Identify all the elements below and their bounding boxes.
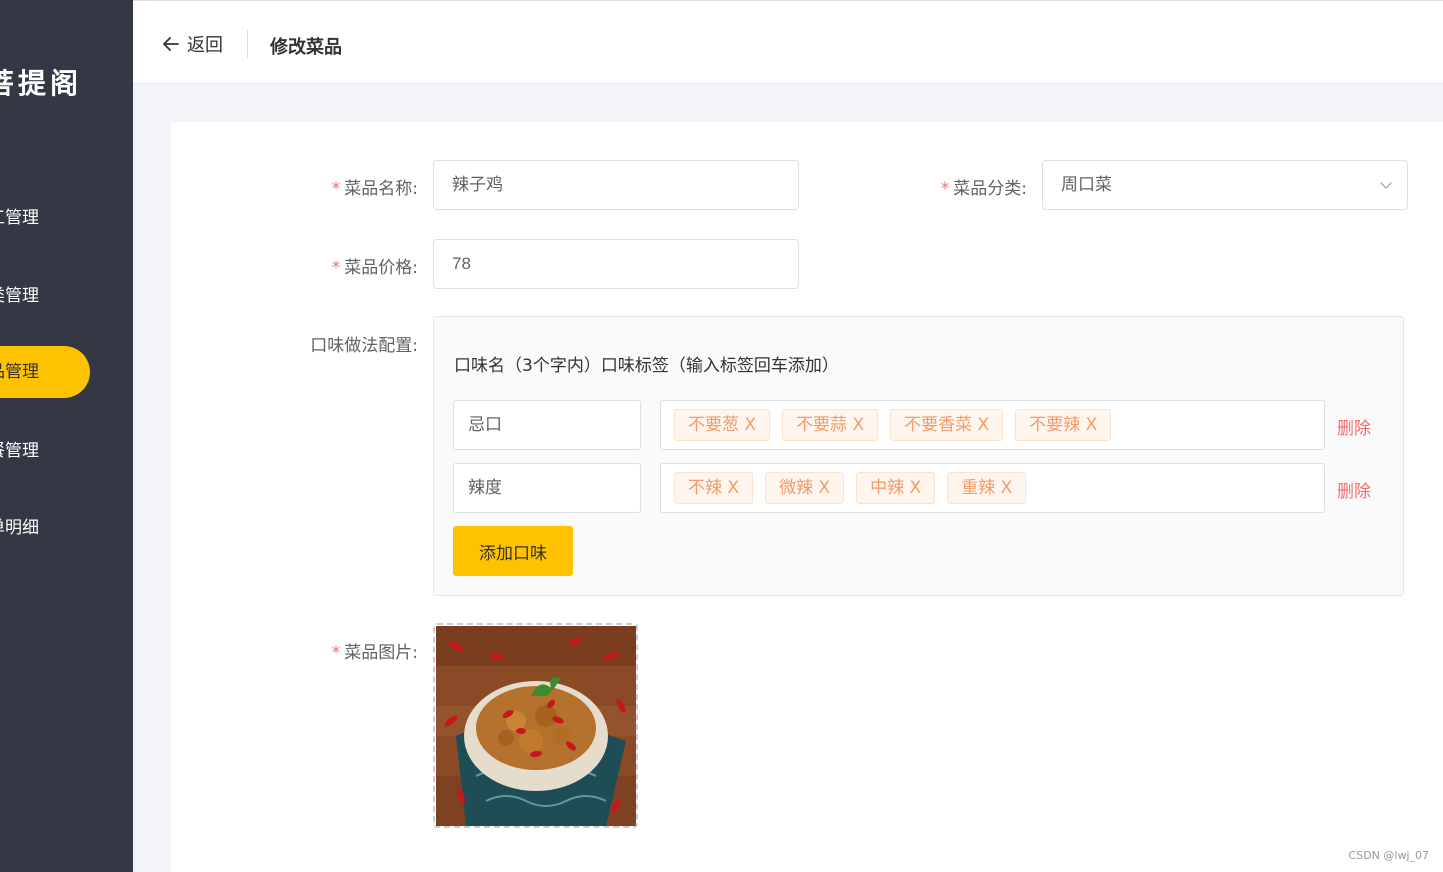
flavor-header: 口味名（3个字内）口味标签（输入标签回车添加）	[454, 356, 839, 376]
sidebar: 菩提阁 工管理 类管理 品管理 餐管理 单明细	[0, 0, 133, 872]
flavor-tag[interactable]: 重辣 X	[947, 472, 1027, 504]
flavor-name-input[interactable]: 辣度	[453, 463, 641, 513]
dish-form-card: * 菜品名称: 辣子鸡 * 菜品分类: 周口菜 * 菜品价格: 78 口味做法配置: …	[171, 122, 1443, 872]
flavor-tag[interactable]: 不要葱 X	[674, 409, 771, 441]
sidebar-item-category[interactable]: 类管理	[0, 270, 90, 322]
sidebar-item-dish[interactable]: 品管理	[0, 346, 90, 398]
page-title: 修改菜品	[270, 37, 342, 58]
required-mark: *	[331, 179, 341, 199]
watermark: CSDN @lwj_07	[1348, 849, 1429, 862]
sidebar-item-employee[interactable]: 工管理	[0, 192, 90, 244]
sidebar-item-setmeal[interactable]: 餐管理	[0, 425, 90, 477]
dish-photo	[436, 626, 636, 826]
flavor-tag[interactable]: 中辣 X	[856, 472, 936, 504]
delete-flavor-button[interactable]: 删除	[1337, 477, 1371, 502]
flavor-tags-field[interactable]: 不要葱 X 不要蒜 X 不要香菜 X 不要辣 X	[660, 400, 1325, 450]
dish-image-label: * 菜品图片:	[331, 643, 418, 663]
dish-name-label: * 菜品名称:	[331, 179, 418, 199]
sidebar-item-order[interactable]: 单明细	[0, 502, 90, 554]
flavor-tag[interactable]: 不辣 X	[674, 472, 754, 504]
add-flavor-button[interactable]: 添加口味	[453, 526, 573, 576]
dish-category-value: 周口菜	[1061, 175, 1112, 194]
required-mark: *	[331, 258, 341, 278]
flavor-tag[interactable]: 微辣 X	[765, 472, 845, 504]
dish-name-input[interactable]: 辣子鸡	[433, 160, 799, 210]
arrow-left-icon	[163, 37, 179, 51]
required-mark: *	[331, 643, 341, 663]
back-label: 返回	[187, 35, 223, 56]
required-mark: *	[940, 179, 950, 199]
flavor-config-label: 口味做法配置:	[310, 336, 418, 356]
flavor-tags-field[interactable]: 不辣 X 微辣 X 中辣 X 重辣 X	[660, 463, 1325, 513]
chevron-down-icon	[1380, 182, 1392, 189]
app-logo: 菩提阁	[0, 67, 83, 100]
page-header: 返回 修改菜品	[133, 4, 1443, 84]
dish-price-label: * 菜品价格:	[331, 258, 418, 278]
dish-price-input[interactable]: 78	[433, 239, 799, 289]
flavor-name-input[interactable]: 忌口	[453, 400, 641, 450]
back-button[interactable]: 返回	[161, 31, 223, 57]
flavor-config-box: 口味名（3个字内）口味标签（输入标签回车添加） 忌口 不要葱 X 不要蒜 X 不…	[433, 316, 1404, 596]
flavor-tag[interactable]: 不要香菜 X	[890, 409, 1004, 441]
image-upload[interactable]	[433, 623, 638, 828]
flavor-tag[interactable]: 不要辣 X	[1015, 409, 1112, 441]
dish-category-label: * 菜品分类:	[940, 179, 1027, 199]
header-divider	[247, 30, 248, 58]
dish-category-select[interactable]: 周口菜	[1042, 160, 1408, 210]
delete-flavor-button[interactable]: 删除	[1337, 414, 1371, 439]
flavor-tag[interactable]: 不要蒜 X	[782, 409, 879, 441]
